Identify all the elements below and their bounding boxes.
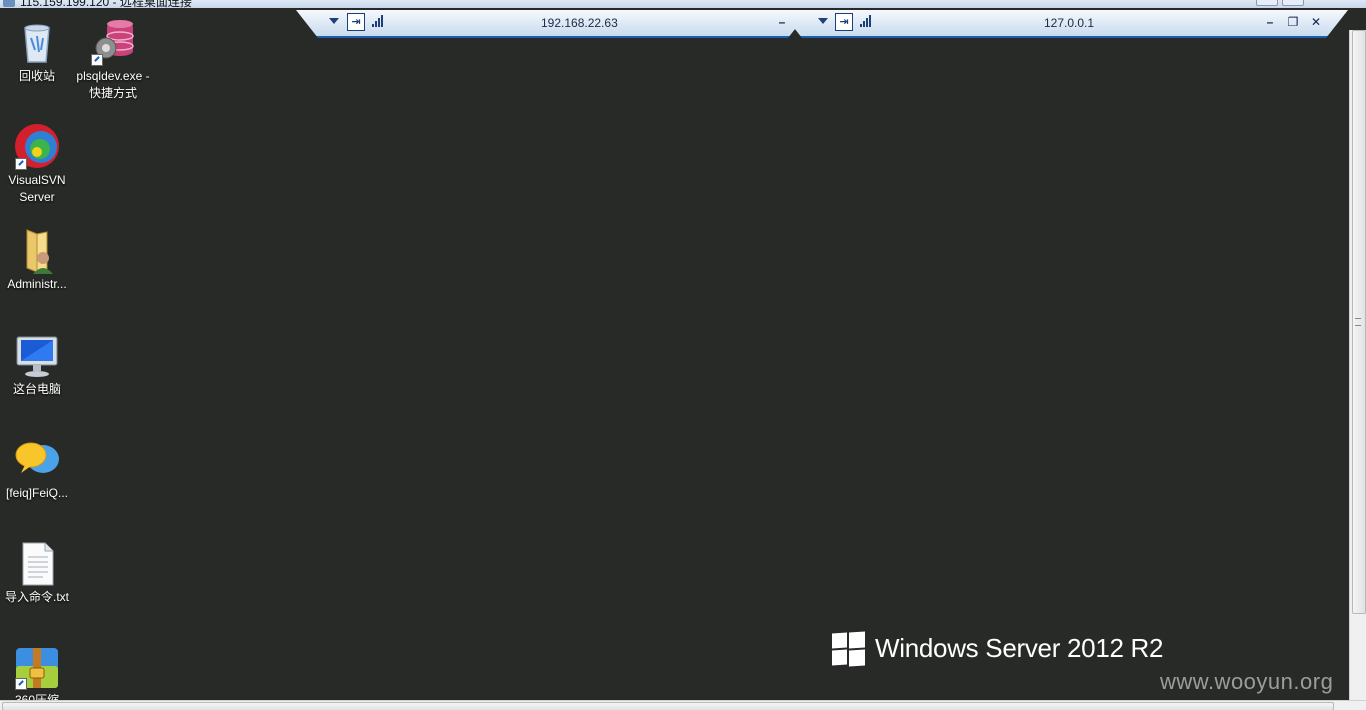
connection-bar-2[interactable]: ⇥ 127.0.0.1 – ❐ ✕ [780, 10, 1348, 38]
desktop-icon-label: 导入命令.txt [4, 590, 69, 604]
desktop-icon-this-pc[interactable]: 这台电脑 [0, 331, 74, 398]
connection-host-label: 192.168.22.63 [541, 16, 618, 30]
outer-window-title: 115.159.199.120 - 远程桌面连接 [20, 0, 192, 8]
user-folder-icon [13, 226, 61, 274]
signal-strength-icon[interactable] [372, 15, 386, 27]
desktop-icon-text-file[interactable]: 导入命令.txt [0, 539, 74, 606]
outer-window-controls [1256, 0, 1326, 6]
chevron-down-icon[interactable] [818, 18, 828, 24]
remote-desktop[interactable]: 115.159.199.120 - 远程桌面连接 ⇥ 192.168.22.63… [0, 0, 1366, 710]
desktop-icon-360zip[interactable]: 360压缩 [0, 642, 74, 709]
shortcut-arrow-icon [15, 678, 27, 690]
close-button[interactable]: ✕ [1309, 15, 1323, 29]
watermark-text: www.wooyun.org [1160, 669, 1334, 694]
desktop-icon-label: Administr... [7, 277, 67, 291]
desktop-icon-administrator[interactable]: Administr... [0, 226, 74, 293]
desktop-icon-label: VisualSVN Server [8, 173, 66, 204]
shortcut-arrow-icon [91, 54, 103, 66]
os-name-text: Windows Server 2012 R2 [875, 632, 1164, 663]
desktop-icon-plsqldev[interactable]: plsqldev.exe - 快捷方式 [76, 18, 150, 102]
remote-desktop-app-icon [3, 0, 15, 7]
horizontal-scrollbar-thumb[interactable] [2, 702, 1334, 710]
connection-host-label: 127.0.0.1 [1044, 16, 1095, 30]
horizontal-scrollbar[interactable] [0, 700, 1366, 710]
windows-logo-icon [832, 630, 865, 667]
outer-window-titlebar[interactable]: 115.159.199.120 - 远程桌面连接 [0, 0, 1366, 8]
recycle-bin-icon [13, 18, 61, 66]
desktop-icon-recycle-bin[interactable]: 回收站 [0, 18, 74, 85]
chat-icon [13, 435, 61, 483]
desktop-icon-visualsvn[interactable]: VisualSVN Server [0, 122, 74, 206]
outer-restore-button[interactable] [1282, 0, 1304, 6]
windows-server-branding: Windows Server 2012 R2 [832, 630, 1164, 667]
desktop-icon-label: [feiq]FeiQ... [5, 486, 69, 500]
text-file-icon [13, 539, 61, 587]
vertical-scrollbar[interactable] [1349, 30, 1366, 700]
pin-icon[interactable]: ⇥ [835, 13, 853, 31]
connection-bar-1[interactable]: ⇥ 192.168.22.63 – [296, 10, 810, 38]
desktop-icon-feiq[interactable]: [feiq]FeiQ... [0, 435, 74, 502]
restore-button[interactable]: ❐ [1286, 15, 1300, 29]
signal-strength-icon[interactable] [860, 15, 874, 27]
desktop-icon-label: plsqldev.exe - 快捷方式 [76, 69, 150, 100]
archive-icon [13, 642, 61, 690]
minimize-button[interactable]: – [1263, 15, 1277, 29]
chevron-down-icon[interactable] [329, 18, 339, 24]
desktop-icon-label: 这台电脑 [12, 382, 61, 396]
scrollbar-grip-icon [1355, 318, 1361, 326]
pin-icon[interactable]: ⇥ [347, 13, 365, 31]
database-icon [89, 18, 137, 66]
computer-icon [13, 331, 61, 379]
outer-minimize-button[interactable] [1256, 0, 1278, 6]
shortcut-arrow-icon [15, 158, 27, 170]
desktop-icon-label: 回收站 [18, 69, 55, 83]
visualsvn-icon [13, 122, 61, 170]
